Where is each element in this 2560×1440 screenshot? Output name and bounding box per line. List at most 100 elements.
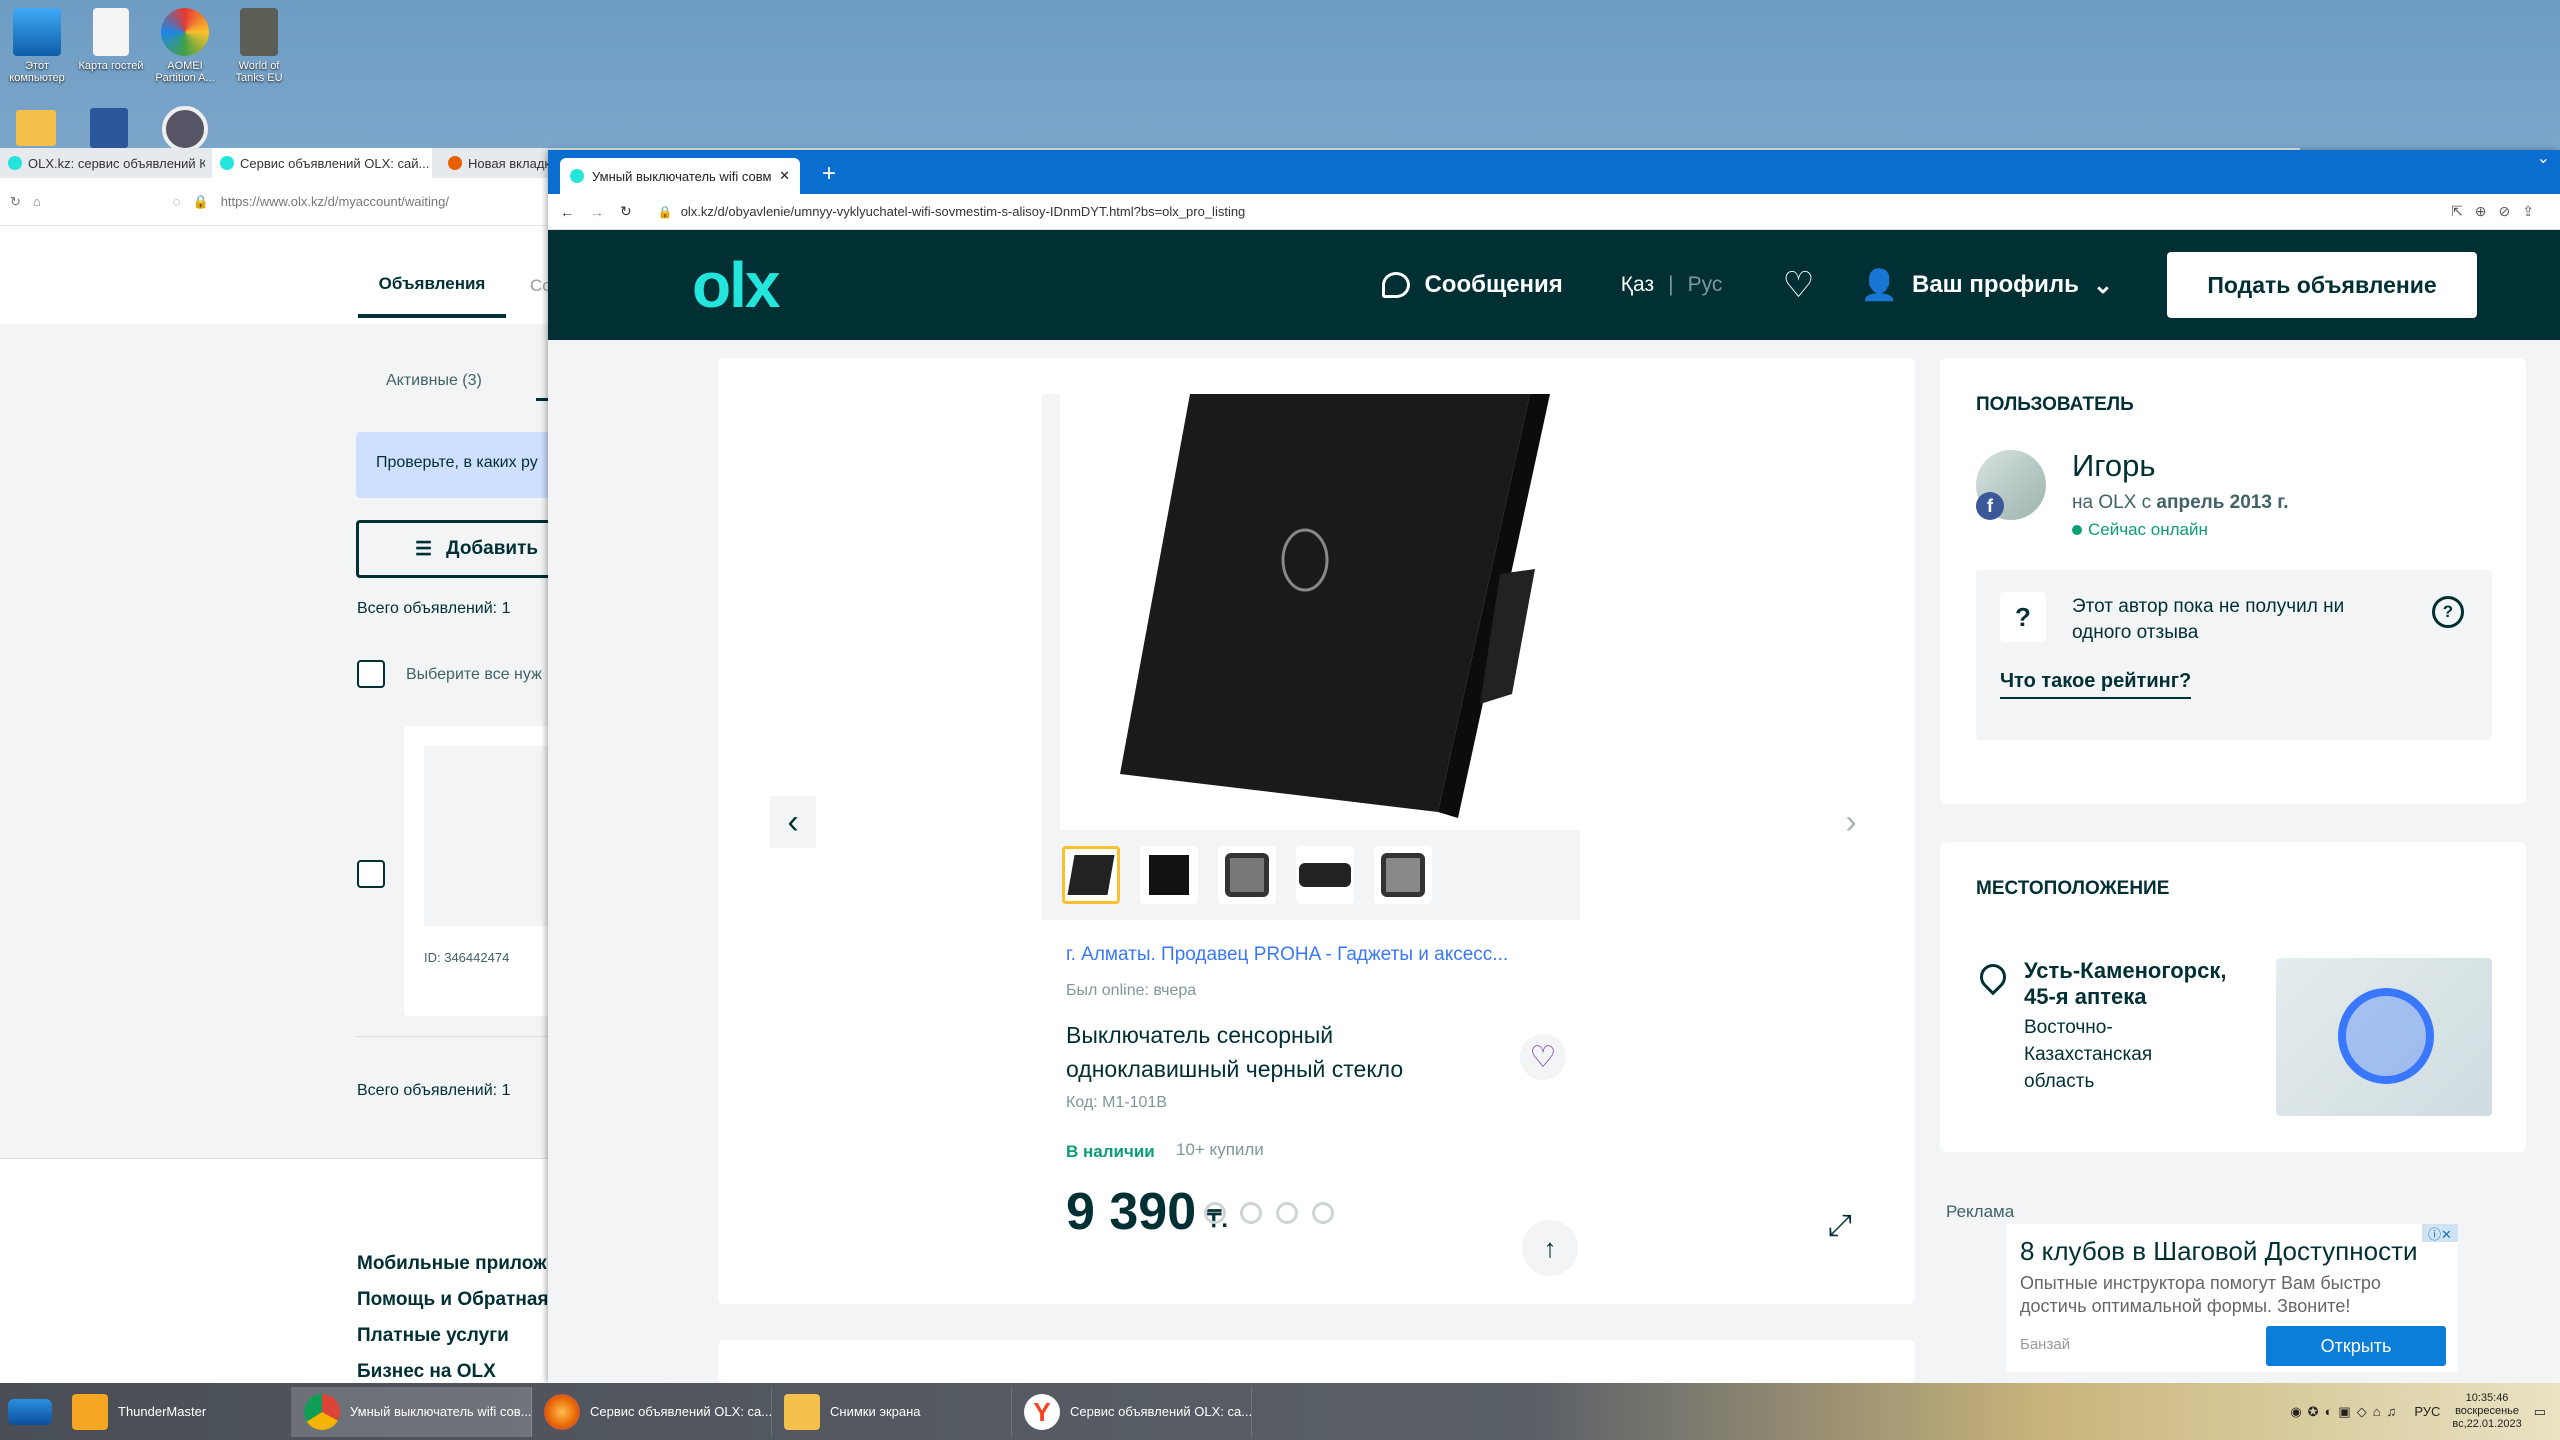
expand-icon: ⤢ — [1828, 1209, 1852, 1242]
task-yandex[interactable]: Y Сервис объявлений OLX: са... — [1012, 1386, 1252, 1437]
user-since: на OLX с апрель 2013 г. — [2072, 492, 2289, 513]
desktop-icon-guest-map[interactable]: Карта гостей — [76, 8, 146, 72]
question-icon: ? — [2000, 592, 2046, 642]
post-ad-button[interactable]: Подать объявление — [2167, 252, 2478, 318]
facebook-icon: f — [1976, 492, 2004, 520]
total-ads-top: Всего объявлений: 1 — [357, 600, 511, 617]
task-firefox[interactable]: Сервис объявлений OLX: са... — [532, 1386, 772, 1437]
sliders-icon: ☰ — [415, 538, 433, 560]
dot-2[interactable] — [1240, 1202, 1262, 1224]
footer-link-business[interactable]: Бизнес на OLX — [357, 1361, 496, 1383]
ad-id: ID: 346442474 — [424, 950, 510, 965]
location-section-title: МЕСТОПОЛОЖЕНИЕ — [1976, 878, 2170, 899]
favorite-button[interactable]: ♡ — [1520, 1034, 1566, 1080]
task-screenshots-folder[interactable]: Снимки экрана — [772, 1386, 1012, 1437]
desktop-icon-aomei[interactable]: AOMEI Partition A... — [150, 8, 220, 84]
new-tab-plus-icon[interactable]: + — [822, 160, 836, 188]
lang-switch: Қаз | Рус — [1621, 273, 1723, 297]
product-photo[interactable] — [1060, 394, 1580, 830]
user-card: ПОЛЬЗОВАТЕЛЬ f Игорь на OLX с апрель 201… — [1940, 358, 2526, 804]
footer-link-apps[interactable]: Мобильные прилож — [357, 1253, 547, 1275]
thumbnail-2[interactable] — [1140, 846, 1198, 904]
back-tab-1[interactable]: OLX.kz: сервис объявлений Ка...✕ — [0, 148, 205, 178]
seller-link[interactable]: г. Алматы. Продавец PROHA - Гаджеты и ак… — [1066, 944, 1508, 966]
ad-title[interactable]: 8 клубов в Шаговой Доступности — [2020, 1236, 2418, 1267]
thumbnail-1[interactable] — [1062, 846, 1120, 904]
ad-banner[interactable]: ⓘ✕ 8 клубов в Шаговой Доступности Опытны… — [2006, 1224, 2458, 1372]
thumbnail-5[interactable] — [1374, 846, 1432, 904]
tabs-menu-chevron-icon[interactable]: ⌄ — [2537, 148, 2550, 168]
lang-separator: | — [1668, 273, 1674, 296]
thumbnail-4[interactable] — [1296, 846, 1354, 904]
listing-title[interactable]: Выключатель сенсорный одноклавишный черн… — [1066, 1018, 1466, 1086]
task-chrome[interactable]: Умный выключатель wifi сов... — [292, 1386, 532, 1437]
front-address-bar: ← → ↻ 🔒 olx.kz/d/obyavlenie/umnyy-vyklyu… — [548, 194, 2560, 230]
front-url[interactable]: olx.kz/d/obyavlenie/umnyy-vyklyuchatel-w… — [681, 204, 1246, 219]
tray-icons[interactable]: ◉✪◐▣◇⌂♫ — [2290, 1404, 2402, 1420]
pin-icon — [1974, 958, 2012, 996]
messages-button[interactable]: Сообщения — [1382, 271, 1563, 299]
location-card: МЕСТОПОЛОЖЕНИЕ Усть-Каменогорск, 45-я ап… — [1940, 842, 2526, 1152]
front-tabbar: Умный выключатель wifi совме... ✕ + ⌄ — [548, 150, 2560, 194]
olx-logo[interactable]: olx — [692, 248, 780, 322]
language-indicator[interactable]: РУС — [2414, 1404, 2440, 1419]
toolbar-icons[interactable]: ⇱⊕⊘⇪ — [2451, 203, 2546, 220]
reload-icon[interactable]: ↻ — [620, 203, 632, 220]
thumbnail-3[interactable] — [1218, 846, 1276, 904]
gallery-next-button[interactable]: › — [1828, 796, 1874, 848]
home-icon[interactable]: ⌂ — [33, 194, 41, 209]
lang-kz[interactable]: Қаз — [1621, 273, 1654, 297]
select-all-checkbox[interactable] — [357, 660, 385, 688]
olx-favicon — [220, 156, 234, 170]
gallery-prev-button[interactable]: ‹ — [770, 796, 816, 848]
word-icon[interactable] — [90, 108, 128, 148]
front-tab-active[interactable]: Умный выключатель wifi совме... ✕ — [560, 158, 800, 194]
user-name[interactable]: Игорь — [2072, 448, 2156, 484]
app-icon[interactable] — [162, 106, 208, 152]
system-tray: ◉✪◐▣◇⌂♫ РУС 10:35:46 воскресенье вс,22.0… — [2290, 1392, 2560, 1431]
dot-3[interactable] — [1276, 1202, 1298, 1224]
rating-link[interactable]: Что такое рейтинг? — [2000, 670, 2192, 699]
folder-icon[interactable] — [16, 110, 56, 146]
dot-1[interactable] — [1204, 1202, 1226, 1224]
online-status: Сейчас онлайн — [2072, 520, 2208, 540]
subtab-active[interactable]: Активные (3) — [386, 372, 482, 390]
footer-link-help[interactable]: Помощь и Обратная — [357, 1289, 549, 1311]
avatar[interactable]: f — [1976, 450, 2046, 520]
clock[interactable]: 10:35:46 воскресенье вс,22.01.2023 — [2452, 1392, 2521, 1431]
back-url[interactable]: https://www.olx.kz/d/myaccount/waiting/ — [221, 194, 449, 209]
bought-count: 10+ купили — [1176, 1140, 1264, 1159]
back-tab-3[interactable]: Новая вкладка — [440, 148, 560, 178]
back-tab-2[interactable]: Сервис объявлений OLX: сай...✕ — [212, 148, 432, 178]
profile-button[interactable]: 👤 Ваш профиль ⌄ — [1861, 268, 2113, 303]
notifications-icon[interactable]: ▭ — [2534, 1404, 2546, 1420]
close-icon[interactable]: ✕ — [779, 168, 790, 184]
task-thundermaster[interactable]: ThunderMaster — [60, 1386, 292, 1437]
computer-icon — [13, 8, 61, 56]
rating-help-icon[interactable]: ? — [2432, 596, 2464, 628]
start-button[interactable] — [0, 1387, 60, 1437]
ad-item-card: ID: 346442474 — [404, 726, 564, 1016]
reload-icon[interactable]: ↻ — [10, 194, 21, 210]
lang-ru[interactable]: Рус — [1688, 273, 1723, 297]
back-arrow-icon[interactable]: ← — [560, 204, 574, 220]
tab-ads[interactable]: Объявления — [358, 274, 506, 318]
ad-close-icon[interactable]: ⓘ✕ — [2422, 1224, 2458, 1242]
ad-checkbox[interactable] — [357, 860, 385, 888]
desktop-icon-wot[interactable]: World of Tanks EU — [224, 8, 294, 84]
user-icon: 👤 — [1860, 268, 1898, 302]
map-thumbnail[interactable] — [2276, 958, 2492, 1116]
yandex-icon: Y — [1024, 1393, 1060, 1430]
pagination-dots[interactable] — [1204, 1202, 1348, 1229]
scroll-top-button[interactable]: ↑ — [1522, 1220, 1578, 1276]
footer-link-paid[interactable]: Платные услуги — [357, 1325, 509, 1347]
ad-open-button[interactable]: Открыть — [2266, 1326, 2446, 1366]
forward-arrow-icon[interactable]: → — [590, 204, 604, 220]
document-icon — [93, 8, 129, 56]
favorites-heart-icon[interactable]: ♡ — [1782, 264, 1814, 306]
desktop-icon-computer[interactable]: Этот компьютер — [2, 8, 72, 84]
dot-4[interactable] — [1312, 1202, 1334, 1224]
fullscreen-button[interactable]: ⤢ — [1818, 1204, 1862, 1248]
add-filter-button[interactable]: ☰ Добавить — [356, 520, 566, 578]
lock-icon: 🔒 — [657, 204, 673, 219]
